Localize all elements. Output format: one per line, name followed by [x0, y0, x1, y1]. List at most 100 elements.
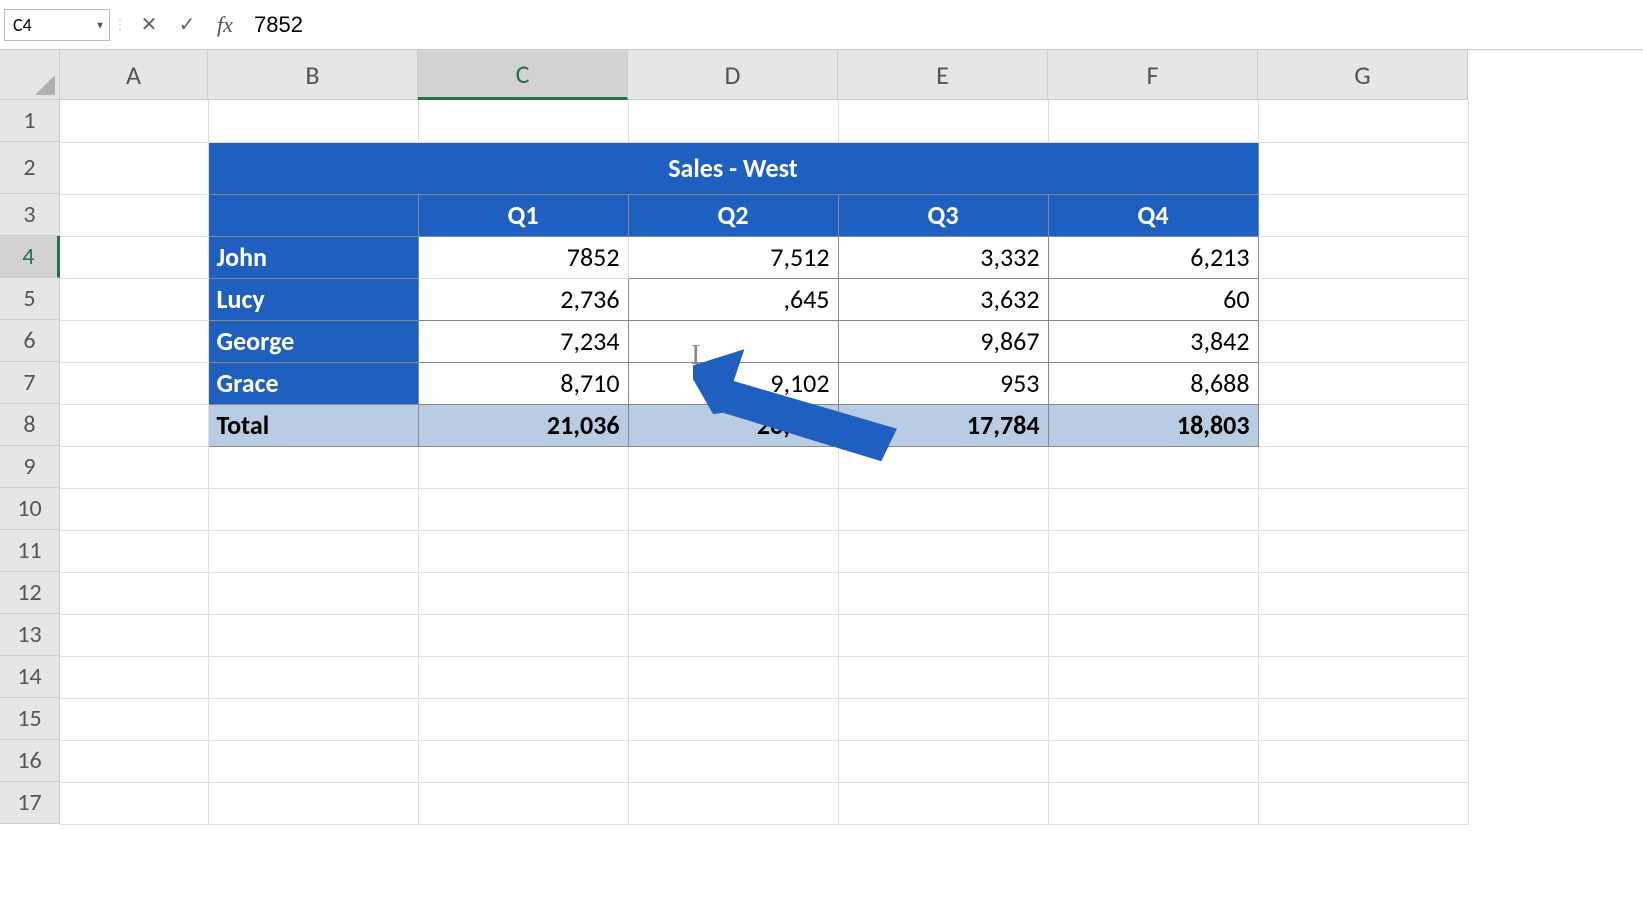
cell-G9[interactable]	[1258, 446, 1468, 488]
cell-A1[interactable]	[60, 100, 208, 142]
cell-G10[interactable]	[1258, 488, 1468, 530]
cell-F14[interactable]	[1048, 656, 1258, 698]
cell-G15[interactable]	[1258, 698, 1468, 740]
header-Q4[interactable]: Q4	[1048, 194, 1258, 236]
cell-A5[interactable]	[60, 278, 208, 320]
cell-E4[interactable]: 3,332	[838, 236, 1048, 278]
cell-E17[interactable]	[838, 782, 1048, 824]
cell-A12[interactable]	[60, 572, 208, 614]
header-Q3[interactable]: Q3	[838, 194, 1048, 236]
row-header-13[interactable]: 13	[0, 614, 60, 656]
row-header-16[interactable]: 16	[0, 740, 60, 782]
cell-B12[interactable]	[208, 572, 418, 614]
cell-E1[interactable]	[838, 100, 1048, 142]
cell-E10[interactable]	[838, 488, 1048, 530]
cell-A9[interactable]	[60, 446, 208, 488]
row-header-7[interactable]: 7	[0, 362, 60, 404]
cell-C5[interactable]: 2,736	[418, 278, 628, 320]
row-label-total[interactable]: Total	[208, 404, 418, 446]
row-header-14[interactable]: 14	[0, 656, 60, 698]
col-header-E[interactable]: E	[838, 50, 1048, 100]
row-header-6[interactable]: 6	[0, 320, 60, 362]
cell-G14[interactable]	[1258, 656, 1468, 698]
cell-E16[interactable]	[838, 740, 1048, 782]
cell-B13[interactable]	[208, 614, 418, 656]
cell-D5[interactable]: ,645	[628, 278, 838, 320]
col-header-G[interactable]: G	[1258, 50, 1468, 100]
cell-E12[interactable]	[838, 572, 1048, 614]
cell-C13[interactable]	[418, 614, 628, 656]
row-header-12[interactable]: 12	[0, 572, 60, 614]
cell-F1[interactable]	[1048, 100, 1258, 142]
row-header-9[interactable]: 9	[0, 446, 60, 488]
cell-B10[interactable]	[208, 488, 418, 530]
row-header-8[interactable]: 8	[0, 404, 60, 446]
header-Q1[interactable]: Q1	[418, 194, 628, 236]
cell-D1[interactable]	[628, 100, 838, 142]
cell-A8[interactable]	[60, 404, 208, 446]
cell-F6[interactable]: 3,842	[1048, 320, 1258, 362]
cell-C11[interactable]	[418, 530, 628, 572]
cell-F12[interactable]	[1048, 572, 1258, 614]
cancel-button[interactable]: ✕	[130, 9, 168, 41]
cell-F7[interactable]: 8,688	[1048, 362, 1258, 404]
cell-C14[interactable]	[418, 656, 628, 698]
cell-C8[interactable]: 21,036	[418, 404, 628, 446]
cell-C9[interactable]	[418, 446, 628, 488]
cell-F16[interactable]	[1048, 740, 1258, 782]
row-header-4[interactable]: 4	[0, 236, 60, 278]
cell-D15[interactable]	[628, 698, 838, 740]
cell-A6[interactable]	[60, 320, 208, 362]
cell-D14[interactable]	[628, 656, 838, 698]
cell-A4[interactable]	[60, 236, 208, 278]
col-header-C[interactable]: C	[418, 50, 628, 100]
row-header-5[interactable]: 5	[0, 278, 60, 320]
row-label-john[interactable]: John	[208, 236, 418, 278]
cell-D12[interactable]	[628, 572, 838, 614]
cell-E9[interactable]	[838, 446, 1048, 488]
cell-G13[interactable]	[1258, 614, 1468, 656]
select-all-corner[interactable]	[0, 50, 60, 100]
col-header-F[interactable]: F	[1048, 50, 1258, 100]
cell-B11[interactable]	[208, 530, 418, 572]
cell-D8[interactable]: 26,765	[628, 404, 838, 446]
cell-G5[interactable]	[1258, 278, 1468, 320]
cell-D6[interactable]	[628, 320, 838, 362]
cell-B14[interactable]	[208, 656, 418, 698]
cell-A16[interactable]	[60, 740, 208, 782]
cell-A14[interactable]	[60, 656, 208, 698]
cell-E11[interactable]	[838, 530, 1048, 572]
cell-A7[interactable]	[60, 362, 208, 404]
cell-B3[interactable]	[208, 194, 418, 236]
cell-C12[interactable]	[418, 572, 628, 614]
header-Q2[interactable]: Q2	[628, 194, 838, 236]
cell-B16[interactable]	[208, 740, 418, 782]
cell-G8[interactable]	[1258, 404, 1468, 446]
cell-C6[interactable]: 7,234	[418, 320, 628, 362]
cell-C16[interactable]	[418, 740, 628, 782]
cell-F11[interactable]	[1048, 530, 1258, 572]
cell-G11[interactable]	[1258, 530, 1468, 572]
cell-G3[interactable]	[1258, 194, 1468, 236]
cell-D16[interactable]	[628, 740, 838, 782]
cell-G1[interactable]	[1258, 100, 1468, 142]
cell-A11[interactable]	[60, 530, 208, 572]
cell-D4[interactable]: 7,512	[628, 236, 838, 278]
cell-G16[interactable]	[1258, 740, 1468, 782]
cell-F8[interactable]: 18,803	[1048, 404, 1258, 446]
cell-C10[interactable]	[418, 488, 628, 530]
col-header-A[interactable]: A	[60, 50, 208, 100]
cell-E15[interactable]	[838, 698, 1048, 740]
cell-D17[interactable]	[628, 782, 838, 824]
cell-B9[interactable]	[208, 446, 418, 488]
cell-A15[interactable]	[60, 698, 208, 740]
cell-F4[interactable]: 6,213	[1048, 236, 1258, 278]
name-box[interactable]: C4 ▼	[4, 9, 110, 41]
cell-E5[interactable]: 3,632	[838, 278, 1048, 320]
cell-D10[interactable]	[628, 488, 838, 530]
cell-G17[interactable]	[1258, 782, 1468, 824]
cell-A17[interactable]	[60, 782, 208, 824]
row-header-17[interactable]: 17	[0, 782, 60, 824]
cell-D13[interactable]	[628, 614, 838, 656]
cell-A3[interactable]	[60, 194, 208, 236]
